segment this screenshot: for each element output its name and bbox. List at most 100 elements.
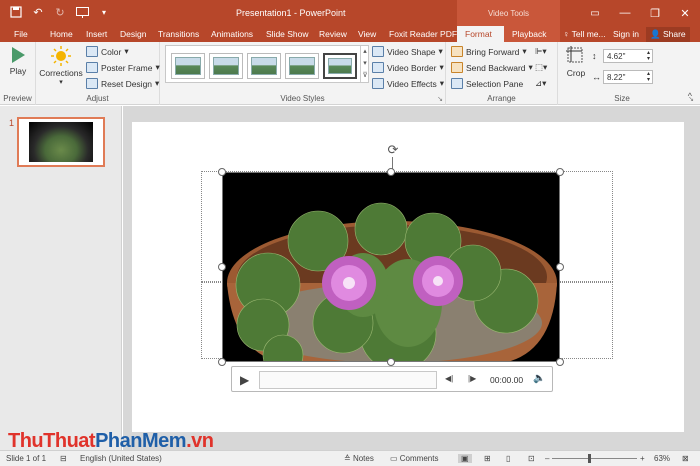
crop-icon [566, 46, 583, 63]
tab-design[interactable]: Design [120, 26, 146, 42]
video-shape-button[interactable]: Video Shape ▾ [372, 46, 443, 57]
share-button[interactable]: 👤 Share [646, 27, 690, 42]
selection-pane-button[interactable]: Selection Pane [451, 78, 523, 89]
slide-thumbnail[interactable] [17, 117, 105, 167]
quick-access-toolbar: ↶ ↻ ▾ [8, 4, 112, 20]
tab-insert[interactable]: Insert [86, 26, 107, 42]
reset-design-label: Reset Design [101, 78, 153, 89]
width-field[interactable]: 8.22" ▴ ▾ [603, 70, 653, 84]
tab-playback[interactable]: Playback [512, 26, 547, 42]
tab-file[interactable]: File [14, 26, 28, 42]
slideshow-view-icon[interactable]: ⊡ [528, 454, 535, 463]
play-button[interactable]: Play [6, 46, 30, 76]
redo-icon[interactable]: ↻ [52, 4, 68, 20]
resize-handle[interactable] [218, 358, 226, 366]
step-forward-icon[interactable]: |▶ [468, 374, 476, 383]
slide-sorter-icon[interactable]: ⊞ [484, 454, 491, 463]
ribbon-display-options-icon[interactable]: ▭ [580, 0, 610, 26]
tab-slide-show[interactable]: Slide Show [266, 26, 309, 42]
resize-handle[interactable] [387, 358, 395, 366]
collapse-ribbon-icon[interactable]: ^ [688, 91, 692, 101]
player-play-icon[interactable]: ▶ [240, 373, 249, 387]
send-backward-button[interactable]: Send Backward ▾ [451, 62, 533, 73]
comments-button[interactable]: ▭ Comments [390, 454, 438, 463]
reading-view-icon[interactable]: ▯ [506, 454, 510, 463]
arrange-group: Bring Forward ▾ Send Backward ▾ Selection … [446, 42, 558, 105]
reset-design-button[interactable]: Reset Design ▾ [86, 78, 159, 89]
zoom-in-icon[interactable]: + [640, 454, 645, 463]
spellcheck-icon[interactable]: ⊟ [60, 454, 67, 463]
sun-icon [51, 46, 71, 66]
fit-to-window-icon[interactable]: ⊠ [682, 454, 689, 463]
save-icon[interactable] [8, 4, 24, 20]
selection-pane-icon [451, 78, 463, 89]
poster-frame-button[interactable]: Poster Frame ▾ [86, 62, 160, 73]
notes-button[interactable]: ≙ Notes [344, 454, 374, 463]
resize-handle[interactable] [556, 358, 564, 366]
minimize-icon[interactable]: — [610, 0, 640, 26]
tab-foxit-reader-pdf[interactable]: Foxit Reader PDF [389, 26, 457, 42]
tab-review[interactable]: Review [319, 26, 347, 42]
tab-view[interactable]: View [358, 26, 376, 42]
dialog-launcher-icon[interactable]: ↘ [437, 95, 443, 103]
resize-handle[interactable] [387, 168, 395, 176]
tell-me-box[interactable]: ♀ Tell me... [563, 29, 606, 39]
rotate-button[interactable]: ⊿▾ [535, 78, 546, 89]
align-button[interactable]: ⊫▾ [535, 46, 547, 57]
color-button[interactable]: Color ▾ [86, 46, 129, 57]
video-style-thumb[interactable] [171, 53, 205, 79]
restore-icon[interactable]: ❐ [640, 0, 670, 26]
volume-icon[interactable]: 🔈 [533, 373, 545, 384]
customize-qat-icon[interactable]: ▾ [96, 4, 112, 20]
play-icon [12, 47, 25, 63]
resize-handle[interactable] [218, 168, 226, 176]
preview-group: Play Preview [0, 42, 36, 105]
ribbon-tab-row: File Home Insert Design Transitions Anim… [0, 26, 700, 42]
video-style-thumb[interactable] [209, 53, 243, 79]
video-border-button[interactable]: Video Border ▾ [372, 62, 444, 73]
share-label: Share [662, 29, 686, 39]
video-effects-label: Video Effects [387, 78, 437, 89]
undo-icon[interactable]: ↶ [30, 4, 46, 20]
tab-animations[interactable]: Animations [211, 26, 253, 42]
crop-button[interactable]: Crop [564, 46, 588, 78]
start-from-beginning-icon[interactable] [74, 4, 90, 20]
rotate-handle-icon[interactable]: ⟳ [386, 143, 400, 157]
chevron-down-icon: ▾ [124, 46, 129, 56]
poster-frame-icon [86, 62, 98, 73]
size-group: Crop ↕ 4.62" ▴ ▾ ↔ 8.22" ▴ ▾ Size ↘ [558, 42, 694, 105]
normal-view-icon[interactable]: ▣ [458, 454, 472, 463]
video-effects-button[interactable]: Video Effects ▾ [372, 78, 444, 89]
resize-handle[interactable] [556, 168, 564, 176]
spinner-icon[interactable]: ▴ ▾ [647, 50, 650, 62]
spinner-icon[interactable]: ▴ ▾ [647, 71, 650, 83]
close-icon[interactable]: ✕ [670, 0, 700, 26]
corrections-label: Corrections [39, 68, 83, 78]
zoom-out-icon[interactable]: – [545, 454, 549, 463]
video-style-thumb[interactable] [285, 53, 319, 79]
tab-transitions[interactable]: Transitions [158, 26, 199, 42]
tab-home[interactable]: Home [50, 26, 73, 42]
sign-in-link[interactable]: Sign in [613, 29, 639, 39]
video-styles-group: ▴ ▾ ⊽ Video Shape ▾ Video Border ▾ Video Eff… [160, 42, 446, 105]
resize-handle[interactable] [218, 263, 226, 271]
gallery-scroll[interactable]: ▴ ▾ ⊽ [360, 46, 369, 82]
video-frame[interactable] [222, 172, 560, 362]
tab-format[interactable]: Format [457, 26, 504, 42]
window-title: Presentation1 - PowerPoint [236, 8, 346, 18]
player-timeline[interactable] [259, 371, 437, 389]
send-backward-label: Send Backward [466, 62, 526, 73]
video-style-thumb[interactable] [247, 53, 281, 79]
height-field[interactable]: 4.62" ▴ ▾ [603, 49, 653, 63]
group-button[interactable]: ⬚▾ [535, 62, 547, 73]
resize-handle[interactable] [556, 263, 564, 271]
step-back-icon[interactable]: ◀| [445, 374, 453, 383]
corrections-button[interactable]: Corrections ▾ [38, 46, 84, 86]
bring-forward-button[interactable]: Bring Forward ▾ [451, 46, 527, 57]
video-style-thumb[interactable] [323, 53, 357, 79]
zoom-level[interactable]: 63% [654, 454, 670, 463]
zoom-slider-thumb[interactable] [588, 454, 591, 463]
selection-pane-label: Selection Pane [466, 78, 524, 89]
language-indicator[interactable]: English (United States) [80, 454, 162, 463]
zoom-slider[interactable] [552, 458, 637, 459]
